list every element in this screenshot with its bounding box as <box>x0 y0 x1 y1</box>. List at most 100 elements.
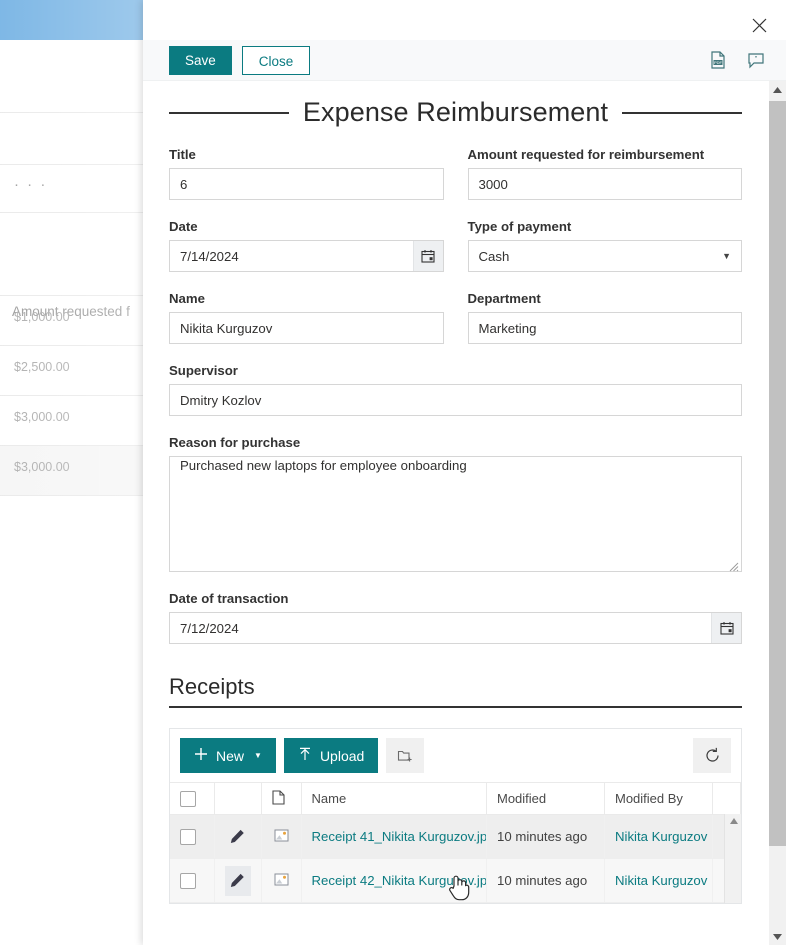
field-amount: Amount requested for reimbursement 3000 <box>467 147 742 200</box>
header-tail <box>712 782 741 815</box>
upload-button-label: Upload <box>319 747 365 764</box>
field-date-of-transaction: Date of transaction 7/12/2024 <box>169 591 742 644</box>
svg-text:”: ” <box>755 56 758 63</box>
select-all-header[interactable] <box>170 782 215 815</box>
background-amount-1: $1,000.00 <box>14 310 70 324</box>
scroll-up-icon[interactable] <box>725 814 742 828</box>
row-name-cell[interactable]: Receipt 42_Nikita Kurguzov.jpg <box>301 858 487 903</box>
resize-grip-icon[interactable] <box>729 559 739 572</box>
calendar-icon[interactable] <box>711 613 741 643</box>
row-modified-by-cell[interactable]: Nikita Kurguzov <box>604 858 713 903</box>
dialog-scrollbar[interactable] <box>769 81 786 945</box>
background-amount-4: $3,000.00 <box>14 460 70 474</box>
field-amount-label: Amount requested for reimbursement <box>467 147 705 162</box>
svg-text:PDF: PDF <box>714 60 723 65</box>
expense-reimbursement-dialog: Save Close PDF ” Expense Reimbursement T… <box>143 0 786 945</box>
field-supervisor: Supervisor Dmitry Kozlov <box>169 363 742 416</box>
row-name-cell[interactable]: Receipt 41_Nikita Kurguzov.jpg <box>301 814 487 859</box>
calendar-icon[interactable] <box>412 241 443 271</box>
close-button[interactable]: Close <box>241 45 311 75</box>
modified-by-column-header[interactable]: Modified By <box>604 782 713 815</box>
receipts-document-library: New ▼ Upload Name Modified Modified By R… <box>169 728 742 904</box>
edit-pencil-icon[interactable] <box>225 822 251 852</box>
image-file-icon <box>274 872 289 890</box>
comments-icon[interactable]: ” <box>746 50 766 70</box>
chevron-down-icon: ▼ <box>254 750 262 760</box>
title-input[interactable]: 6 <box>169 168 444 200</box>
title-rule-left <box>169 111 289 114</box>
name-input[interactable]: Nikita Kurguzov <box>169 312 444 344</box>
filetype-column-header[interactable] <box>261 782 302 815</box>
save-button[interactable]: Save <box>169 45 232 75</box>
field-date-label: Date <box>169 219 198 234</box>
row-edit-cell[interactable] <box>214 858 262 903</box>
table-row[interactable]: Receipt 42_Nikita Kurguzov.jpg 10 minute… <box>170 858 741 903</box>
select-all-checkbox[interactable] <box>180 790 196 807</box>
row-edit-cell[interactable] <box>214 814 262 859</box>
field-title: Title 6 <box>169 147 444 200</box>
row-modified-cell: 10 minutes ago <box>486 858 605 903</box>
field-department: Department Marketing <box>467 291 742 344</box>
amount-input[interactable]: 3000 <box>467 168 742 200</box>
reason-textarea-value: Purchased new laptops for employee onboa… <box>180 458 467 473</box>
name-input-value: Nikita Kurguzov <box>180 320 273 336</box>
title-input-value: 6 <box>180 176 188 192</box>
modified-column-header[interactable]: Modified <box>486 782 605 815</box>
image-file-icon <box>274 828 289 846</box>
file-table-header-row: Name Modified Modified By <box>170 782 741 815</box>
new-folder-icon[interactable] <box>386 738 425 773</box>
reason-textarea[interactable]: Purchased new laptops for employee onboa… <box>169 456 742 572</box>
scroll-up-icon[interactable] <box>769 81 786 98</box>
form-row-2: Date 7/14/2024 Type of payment Cash ▼ <box>169 200 742 272</box>
field-reason-label: Reason for purchase <box>169 435 301 450</box>
edit-pencil-icon[interactable] <box>224 865 251 896</box>
library-toolbar: New ▼ Upload <box>170 729 741 782</box>
title-rule-right <box>622 111 742 114</box>
row-modified-by-cell[interactable]: Nikita Kurguzov <box>604 814 713 859</box>
receipts-heading: Receipts <box>169 674 255 699</box>
refresh-icon[interactable] <box>693 738 731 773</box>
department-input-value: Marketing <box>478 320 537 336</box>
table-row[interactable]: Receipt 41_Nikita Kurguzov.jpg 10 minute… <box>170 814 741 859</box>
field-title-label: Title <box>169 147 196 162</box>
name-column-header[interactable]: Name <box>301 782 487 815</box>
dialog-scroll-area: Expense Reimbursement Title 6 Amount req… <box>143 81 786 945</box>
supervisor-input[interactable]: Dmitry Kozlov <box>169 384 742 416</box>
upload-button[interactable]: Upload <box>283 738 379 773</box>
pdf-export-icon[interactable]: PDF <box>708 50 728 70</box>
date-of-transaction-input[interactable]: 7/12/2024 <box>169 612 742 644</box>
file-list-scrollbar[interactable] <box>724 814 741 903</box>
expense-form: Expense Reimbursement Title 6 Amount req… <box>143 97 768 904</box>
payment-type-select[interactable]: Cash ▼ <box>467 240 742 272</box>
date-of-transaction-value: 7/12/2024 <box>180 620 239 636</box>
row-checkbox[interactable] <box>180 872 196 889</box>
file-link[interactable]: Receipt 41_Nikita Kurguzov.jpg <box>312 829 486 844</box>
scrollbar-thumb[interactable] <box>769 101 786 846</box>
background-amount-2: $2,500.00 <box>14 360 70 374</box>
date-input[interactable]: 7/14/2024 <box>169 240 444 272</box>
form-row-1: Title 6 Amount requested for reimburseme… <box>169 128 742 200</box>
file-list: Name Modified Modified By Receipt 41_Nik… <box>170 782 741 903</box>
receipts-rule <box>169 706 742 708</box>
row-filetype-cell <box>261 814 302 859</box>
new-button[interactable]: New ▼ <box>180 738 276 773</box>
dialog-titlebar <box>143 0 786 40</box>
field-department-label: Department <box>467 291 541 306</box>
field-supervisor-label: Supervisor <box>169 363 238 378</box>
amount-input-value: 3000 <box>478 176 508 192</box>
department-input[interactable]: Marketing <box>467 312 742 344</box>
field-reason: Reason for purchase Purchased new laptop… <box>169 435 742 572</box>
scroll-down-icon[interactable] <box>769 928 786 945</box>
page-title: Expense Reimbursement <box>302 97 609 127</box>
supervisor-input-value: Dmitry Kozlov <box>180 392 262 408</box>
payment-type-value: Cash <box>478 248 510 264</box>
edit-column-header <box>214 782 262 815</box>
field-payment-type: Type of payment Cash ▼ <box>467 219 742 272</box>
close-icon[interactable] <box>746 12 772 38</box>
row-select-cell[interactable] <box>170 858 215 903</box>
row-checkbox[interactable] <box>180 828 196 845</box>
new-button-label: New <box>216 747 245 764</box>
file-link[interactable]: Receipt 42_Nikita Kurguzov.jpg <box>312 873 486 888</box>
background-overflow-ellipsis: · · · <box>14 176 48 193</box>
row-select-cell[interactable] <box>170 814 215 859</box>
